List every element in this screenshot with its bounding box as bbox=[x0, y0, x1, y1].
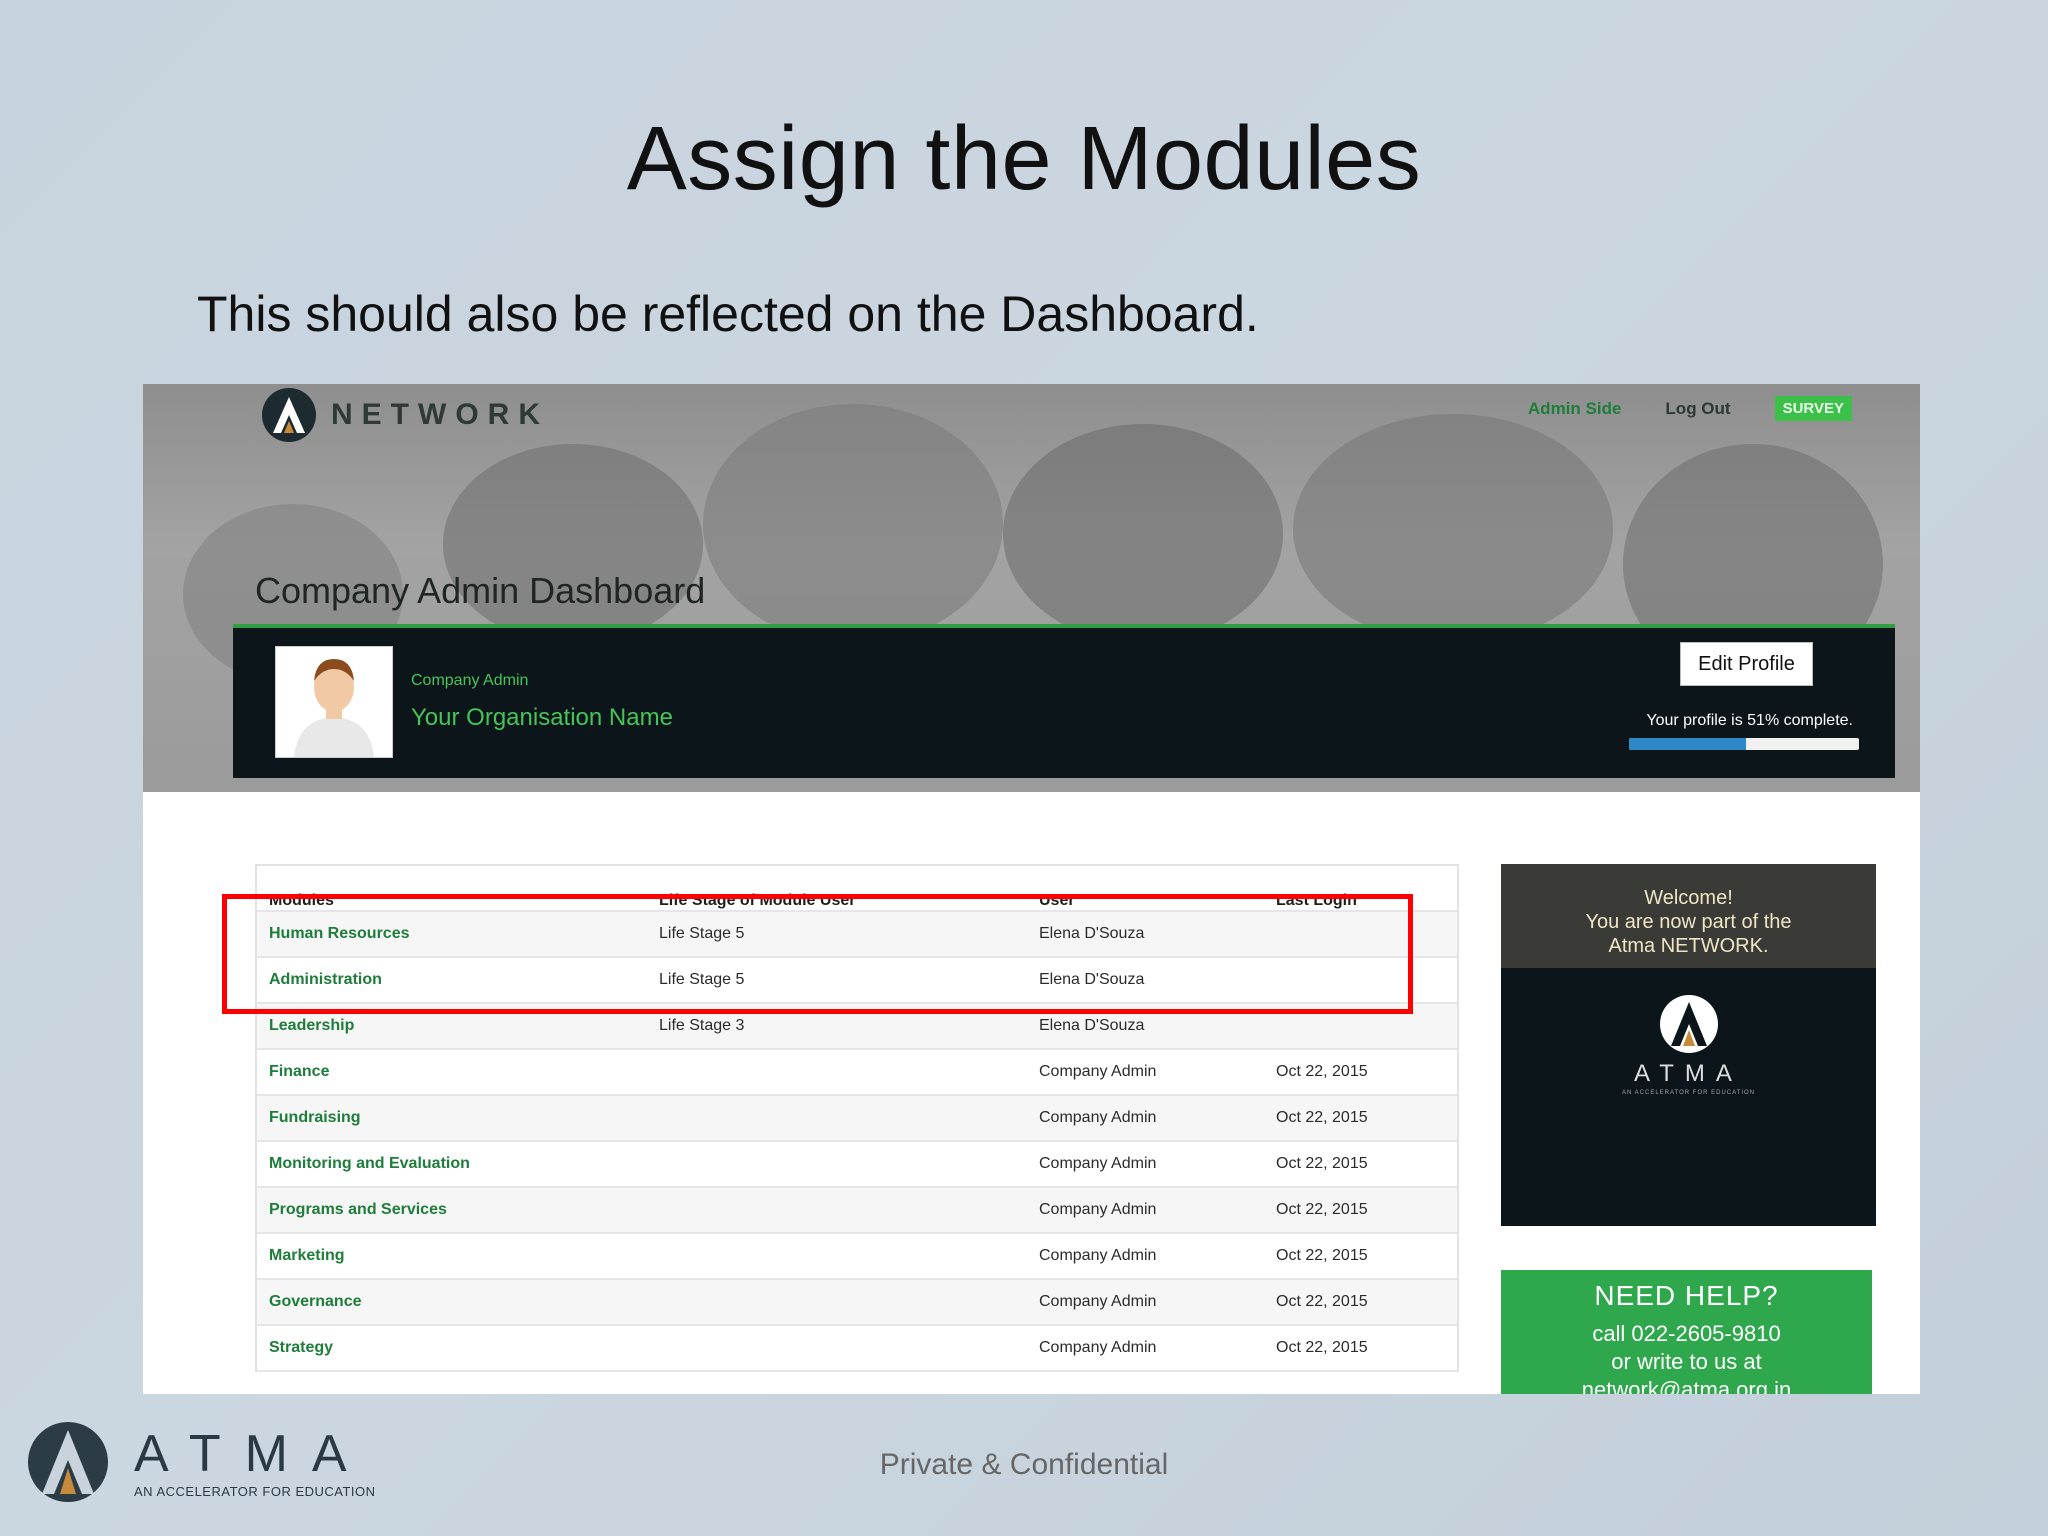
avatar[interactable] bbox=[275, 646, 393, 758]
welcome-line-2: You are now part of the bbox=[1585, 911, 1792, 933]
last-login-cell: Oct 22, 2015 bbox=[1276, 1201, 1368, 1218]
dashboard-screenshot: NETWORK Admin Side Log Out SURVEY Compan… bbox=[143, 384, 1920, 1394]
dashboard-title: Company Admin Dashboard bbox=[255, 570, 706, 611]
help-write-text: or write to us at bbox=[1611, 1349, 1762, 1374]
help-email-link[interactable]: network@atma.org.in bbox=[1501, 1376, 1872, 1394]
table-row[interactable]: Programs and Services Company Admin Oct 22… bbox=[257, 1188, 1457, 1234]
profile-progress-fill bbox=[1629, 738, 1747, 750]
user-cell: Company Admin bbox=[1039, 1201, 1157, 1218]
organisation-name[interactable]: Your Organisation Name bbox=[411, 704, 673, 732]
assigned-modules-highlight bbox=[222, 894, 1413, 1014]
welcome-panel: Welcome! You are now part of the Atma NE… bbox=[1501, 864, 1876, 1226]
slide-title: Assign the Modules bbox=[626, 109, 1422, 209]
atma-tagline: AN ACCELERATOR FOR EDUCATION bbox=[1621, 1090, 1755, 1096]
confidentiality-note: Private & Confidential bbox=[879, 1448, 1169, 1481]
profile-progress-bar bbox=[1629, 738, 1859, 750]
hero-banner: NETWORK Admin Side Log Out SURVEY Compan… bbox=[143, 384, 1920, 792]
last-login-cell: Oct 22, 2015 bbox=[1276, 1155, 1368, 1172]
help-phone[interactable]: call 022-2605-9810 bbox=[1501, 1320, 1872, 1348]
profile-completion-text: Your profile is 51% complete. bbox=[1646, 712, 1853, 729]
module-link[interactable]: Monitoring and Evaluation bbox=[257, 1155, 659, 1173]
user-cell: Elena D'Souza bbox=[1039, 1017, 1145, 1034]
module-link[interactable]: Strategy bbox=[257, 1339, 659, 1357]
user-cell: Company Admin bbox=[1039, 1339, 1157, 1356]
module-link[interactable]: Governance bbox=[257, 1293, 659, 1311]
last-login-cell: Oct 22, 2015 bbox=[1276, 1063, 1368, 1080]
admin-side-link[interactable]: Admin Side bbox=[1528, 399, 1622, 419]
last-login-cell: Oct 22, 2015 bbox=[1276, 1339, 1368, 1356]
user-cell: Company Admin bbox=[1039, 1155, 1157, 1172]
profile-role: Company Admin bbox=[411, 672, 529, 689]
user-cell: Company Admin bbox=[1039, 1293, 1157, 1310]
module-link[interactable]: Fundraising bbox=[257, 1109, 659, 1127]
atma-wordmark: ATMA bbox=[1634, 1060, 1743, 1087]
network-logo-icon[interactable] bbox=[261, 387, 317, 443]
module-link[interactable]: Programs and Services bbox=[257, 1201, 659, 1219]
need-help-panel: NEED HELP? call 022-2605-9810 or write t… bbox=[1501, 1270, 1872, 1394]
welcome-message: Welcome! You are now part of the Atma NE… bbox=[1501, 864, 1876, 968]
edit-profile-button[interactable]: Edit Profile bbox=[1680, 642, 1813, 686]
profile-bar: Company Admin Your Organisation Name Edi… bbox=[233, 624, 1895, 778]
user-cell: Company Admin bbox=[1039, 1109, 1157, 1126]
module-link[interactable]: Finance bbox=[257, 1063, 659, 1081]
table-row[interactable]: Fundraising Company Admin Oct 22, 2015 bbox=[257, 1096, 1457, 1142]
table-row[interactable]: Marketing Company Admin Oct 22, 2015 bbox=[257, 1234, 1457, 1280]
footer-atma-tagline: AN ACCELERATOR FOR EDUCATION bbox=[134, 1484, 376, 1499]
table-row[interactable]: Finance Company Admin Oct 22, 2015 bbox=[257, 1050, 1457, 1096]
module-link[interactable]: Marketing bbox=[257, 1247, 659, 1265]
last-login-cell: Oct 22, 2015 bbox=[1276, 1109, 1368, 1126]
top-nav: Admin Side Log Out SURVEY bbox=[1528, 396, 1852, 421]
user-cell: Company Admin bbox=[1039, 1247, 1157, 1264]
table-row[interactable]: Strategy Company Admin Oct 22, 2015 bbox=[257, 1326, 1457, 1372]
module-link[interactable]: Leadership bbox=[257, 1017, 659, 1035]
welcome-line-3: Atma NETWORK. bbox=[1608, 935, 1769, 957]
last-login-cell: Oct 22, 2015 bbox=[1276, 1247, 1368, 1264]
brand-name: NETWORK bbox=[331, 398, 549, 431]
slide-subtitle: This should also be reflected on the Das… bbox=[197, 286, 1259, 342]
table-row[interactable]: Monitoring and Evaluation Company Admin Oc… bbox=[257, 1142, 1457, 1188]
user-avatar-icon bbox=[294, 659, 374, 757]
log-out-link[interactable]: Log Out bbox=[1665, 399, 1730, 419]
last-login-cell: Oct 22, 2015 bbox=[1276, 1293, 1368, 1310]
need-help-title: NEED HELP? bbox=[1594, 1280, 1779, 1311]
welcome-line-1: Welcome! bbox=[1644, 887, 1733, 909]
help-contact: call 022-2605-9810 or write to us at net… bbox=[1501, 1320, 1872, 1394]
survey-button[interactable]: SURVEY bbox=[1774, 396, 1852, 421]
atma-logo-icon bbox=[1660, 995, 1718, 1053]
table-row[interactable]: Governance Company Admin Oct 22, 2015 bbox=[257, 1280, 1457, 1326]
life-stage-cell: Life Stage 3 bbox=[659, 1017, 745, 1034]
user-cell: Company Admin bbox=[1039, 1063, 1157, 1080]
